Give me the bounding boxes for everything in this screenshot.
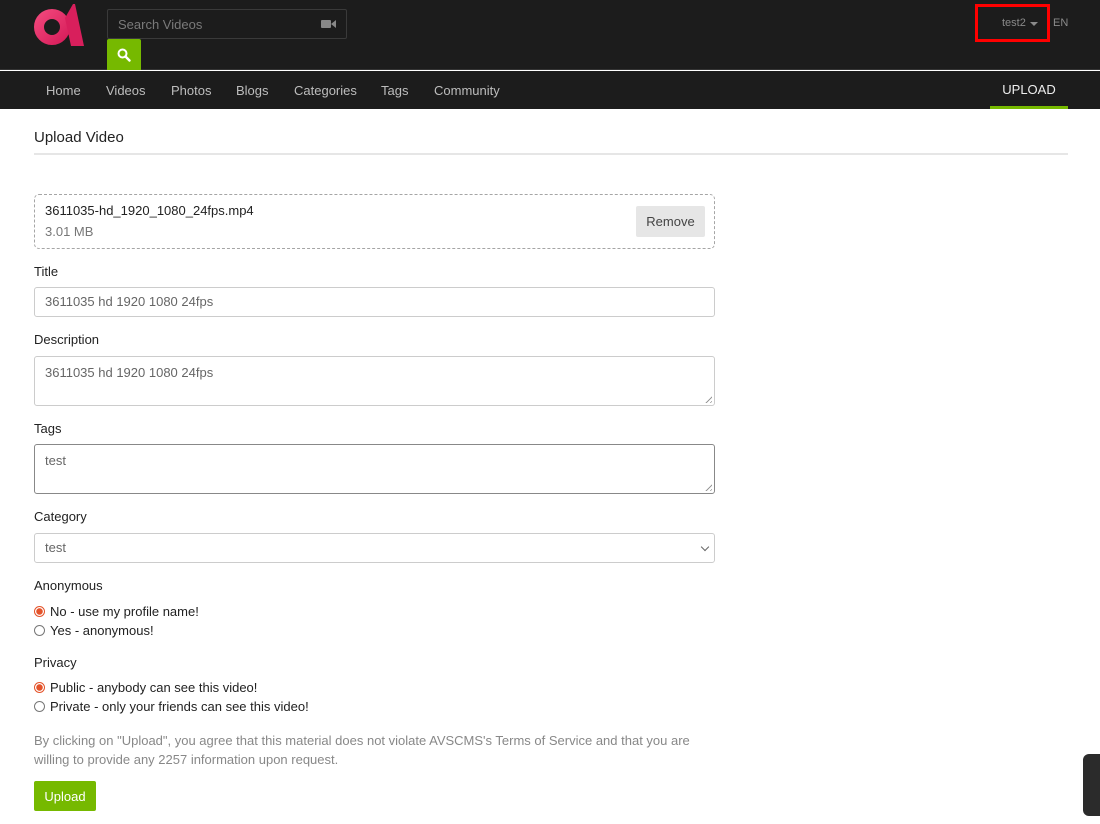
- radio-label: Private - only your friends can see this…: [50, 699, 309, 714]
- nav-item-videos[interactable]: Videos: [106, 83, 146, 98]
- radio-unchecked-icon[interactable]: [34, 701, 45, 712]
- terms-notice: By clicking on "Upload", you agree that …: [34, 733, 690, 767]
- file-name: 3611035-hd_1920_1080_24fps.mp4: [45, 203, 254, 218]
- privacy-label: Privacy: [34, 655, 77, 670]
- search-button[interactable]: [107, 39, 141, 70]
- top-header: test2 EN: [0, 0, 1100, 70]
- title-divider: [34, 153, 1068, 155]
- video-camera-icon[interactable]: [321, 19, 336, 29]
- search-input[interactable]: [107, 9, 347, 39]
- title-input[interactable]: 3611035 hd 1920 1080 24fps: [34, 287, 715, 317]
- file-size: 3.01 MB: [45, 224, 94, 239]
- page-title: Upload Video: [34, 129, 124, 146]
- radio-label: Public - anybody can see this video!: [50, 680, 258, 695]
- radio-unchecked-icon[interactable]: [34, 625, 45, 636]
- nav-item-categories[interactable]: Categories: [294, 83, 357, 98]
- category-selected-value: test: [45, 540, 66, 555]
- privacy-option-private[interactable]: Private - only your friends can see this…: [34, 699, 309, 714]
- tags-label: Tags: [34, 421, 62, 436]
- language-selector[interactable]: EN: [1053, 17, 1068, 29]
- nav-item-upload[interactable]: UPLOAD: [990, 71, 1068, 109]
- radio-label: No - use my profile name!: [50, 604, 199, 619]
- selected-file-card: 3611035-hd_1920_1080_24fps.mp4 3.01 MB R…: [34, 194, 715, 249]
- tags-textarea[interactable]: test: [34, 444, 715, 494]
- anonymous-label: Anonymous: [34, 578, 103, 593]
- user-menu-label[interactable]: test2: [1002, 17, 1026, 29]
- search-icon: [117, 48, 131, 62]
- description-label: Description: [34, 332, 100, 347]
- upload-submit-button[interactable]: Upload: [34, 781, 96, 811]
- remove-file-button[interactable]: Remove: [636, 206, 705, 237]
- title-label: Title: [34, 264, 59, 279]
- chevron-down-icon: [700, 542, 710, 552]
- nav-item-blogs[interactable]: Blogs: [236, 83, 269, 98]
- anonymous-option-yes[interactable]: Yes - anonymous!: [34, 623, 154, 638]
- description-textarea[interactable]: 3611035 hd 1920 1080 24fps: [34, 356, 715, 406]
- privacy-option-public[interactable]: Public - anybody can see this video!: [34, 680, 257, 695]
- caret-down-icon[interactable]: [1030, 22, 1038, 26]
- tags-value: test: [45, 453, 66, 468]
- description-value: 3611035 hd 1920 1080 24fps: [45, 365, 214, 380]
- nav-item-photos[interactable]: Photos: [171, 83, 211, 98]
- nav-item-home[interactable]: Home: [46, 83, 81, 98]
- radio-checked-icon[interactable]: [34, 682, 45, 693]
- brand-logo-icon[interactable]: [33, 4, 85, 46]
- radio-label: Yes - anonymous!: [50, 623, 154, 638]
- category-select[interactable]: test: [34, 533, 715, 563]
- nav-item-community[interactable]: Community: [434, 83, 500, 98]
- resize-handle-icon[interactable]: [703, 482, 712, 491]
- anonymous-option-no[interactable]: No - use my profile name!: [34, 604, 199, 619]
- resize-handle-icon[interactable]: [703, 394, 712, 403]
- main-nav: Home Videos Photos Blogs Categories Tags…: [0, 71, 1100, 109]
- side-widget-tab[interactable]: [1083, 754, 1100, 816]
- radio-checked-icon[interactable]: [34, 606, 45, 617]
- category-label: Category: [34, 509, 87, 524]
- nav-item-tags[interactable]: Tags: [381, 83, 408, 98]
